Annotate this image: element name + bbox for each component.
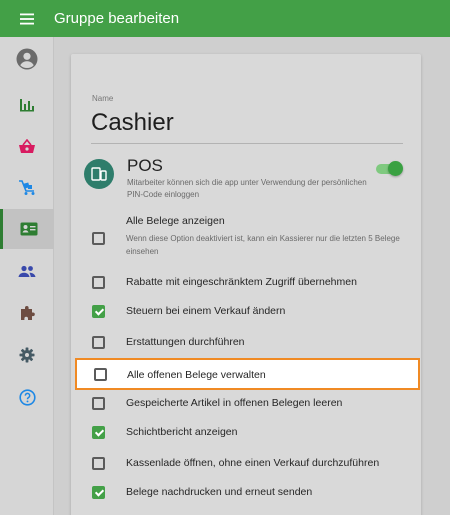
sidebar-item-customers[interactable] [0, 251, 54, 291]
app-bar: Gruppe bearbeiten [0, 0, 450, 37]
sidebar-item-items[interactable] [0, 167, 54, 207]
main-content: Name Cashier POS Mitarbeiter können sich… [54, 37, 450, 515]
permission-checkbox[interactable] [92, 457, 105, 470]
account-circle-icon [16, 48, 38, 70]
permission-checkbox[interactable] [92, 397, 105, 410]
sidebar-item-help[interactable] [0, 377, 54, 417]
help-icon [18, 388, 36, 406]
permission-checkbox[interactable] [94, 368, 107, 381]
pos-section-title: POS [127, 156, 163, 175]
toggle-thumb [388, 161, 403, 176]
group-form-card: Name Cashier POS Mitarbeiter können sich… [71, 54, 421, 515]
sidebar-item-account[interactable] [0, 39, 54, 79]
permission-checkbox[interactable] [92, 426, 105, 439]
pos-section-description: Mitarbeiter können sich die app unter Ve… [127, 178, 367, 199]
puzzle-icon [21, 306, 35, 320]
permission-label: Kassenlade öffnen, ohne einen Verkauf du… [126, 457, 380, 469]
name-input[interactable]: Cashier [91, 109, 174, 137]
permission-checkbox[interactable] [92, 486, 105, 499]
pos-badge [84, 159, 114, 189]
name-input-underline [91, 143, 403, 144]
bar-chart-icon [20, 98, 34, 111]
sidebar-item-employees[interactable] [0, 209, 54, 249]
items-cart-icon [19, 179, 35, 195]
menu-button[interactable] [0, 0, 54, 37]
sidebar-item-reports[interactable] [0, 84, 54, 124]
pos-terminal-icon [91, 167, 107, 181]
permission-checkbox[interactable] [92, 305, 105, 318]
permission-label: Steuern bei einem Verkauf ändern [126, 305, 286, 317]
people-icon [18, 265, 36, 277]
pos-enabled-toggle[interactable] [374, 160, 403, 178]
permission-row-highlighted[interactable]: Alle offenen Belege verwalten [75, 358, 420, 390]
permission-label: Erstattungen durchführen [126, 336, 245, 348]
permission-label: Alle Belege anzeigen [126, 215, 225, 227]
permission-checkbox[interactable] [92, 276, 105, 289]
permission-label: Gespeicherte Artikel in offenen Belegen … [126, 397, 343, 409]
permission-checkbox[interactable] [92, 232, 105, 245]
page-title: Gruppe bearbeiten [54, 10, 180, 27]
permission-description: Wenn diese Option deaktiviert ist, kann … [126, 234, 400, 256]
permission-label: Rabatte mit eingeschränktem Zugriff über… [126, 276, 357, 288]
sidebar-item-settings[interactable] [0, 335, 54, 375]
sidebar-item-sales[interactable] [0, 126, 54, 166]
permission-checkbox[interactable] [92, 336, 105, 349]
name-field-label: Name [92, 94, 114, 103]
sidebar-item-integrations[interactable] [0, 293, 54, 333]
permission-label: Alle offenen Belege verwalten [127, 369, 266, 381]
permission-label: Schichtbericht anzeigen [126, 426, 238, 438]
sidebar [0, 37, 54, 515]
employee-card-icon [20, 222, 37, 236]
menu-icon [20, 13, 34, 24]
shopping-basket-icon [19, 138, 35, 153]
settings-icon [19, 347, 35, 363]
permission-label: Belege nachdrucken und erneut senden [126, 486, 313, 498]
